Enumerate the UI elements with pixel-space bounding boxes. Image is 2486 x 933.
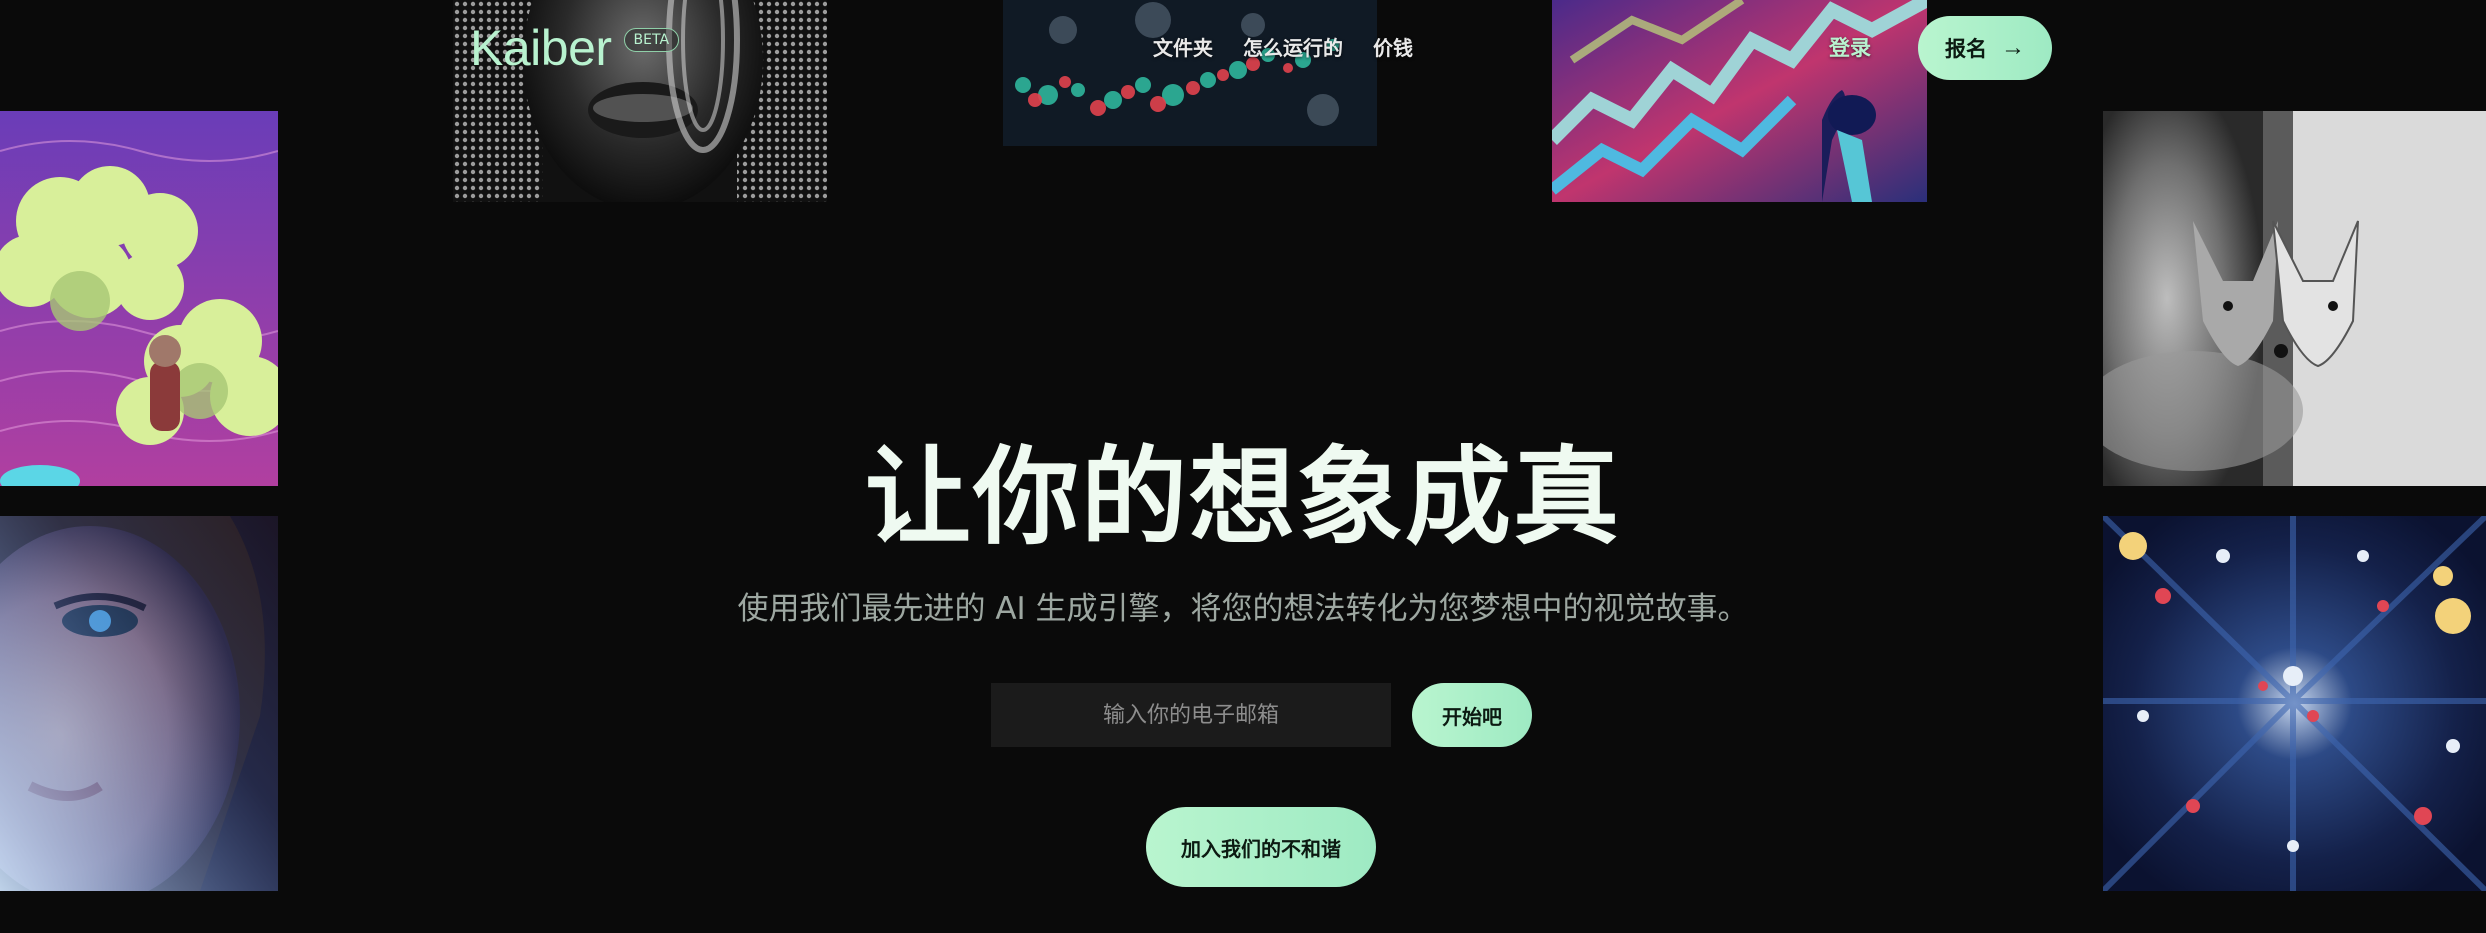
signup-button-label: 报名 bbox=[1945, 38, 1987, 61]
hero-subtitle: 使用我们最先进的 AI 生成引擎，将您的想法转化为您梦想中的视觉故事。 bbox=[737, 591, 1749, 627]
login-link[interactable]: 登录 bbox=[1829, 33, 1871, 63]
nav-item-how-it-works[interactable]: 怎么运行的 bbox=[1243, 33, 1343, 63]
artwork-fox-smoke bbox=[2103, 111, 2486, 486]
artwork-astronaut-clouds bbox=[0, 111, 278, 486]
artwork-flower-burst bbox=[2103, 516, 2486, 891]
nav-item-pricing[interactable]: 价钱 bbox=[1373, 33, 1413, 63]
main-nav: 文件夹 怎么运行的 价钱 bbox=[1153, 33, 1413, 63]
logo-text: Kaiber bbox=[470, 20, 612, 76]
join-discord-button[interactable]: 加入我们的不和谐 bbox=[1146, 807, 1376, 887]
email-input[interactable] bbox=[991, 683, 1391, 747]
artwork-particle-stream bbox=[1003, 0, 1377, 146]
signup-button[interactable]: 报名 → bbox=[1918, 16, 2052, 80]
start-button[interactable]: 开始吧 bbox=[1412, 683, 1532, 747]
artwork-wave-figure bbox=[1552, 0, 1927, 202]
hero-title: 让你的想象成真 bbox=[865, 436, 1621, 559]
nav-item-folders[interactable]: 文件夹 bbox=[1153, 33, 1213, 63]
beta-badge: BETA bbox=[623, 28, 680, 52]
artwork-woman-portrait bbox=[0, 516, 278, 891]
arrow-right-icon: → bbox=[2001, 34, 2025, 61]
logo[interactable]: Kaiber BETA bbox=[470, 18, 680, 78]
